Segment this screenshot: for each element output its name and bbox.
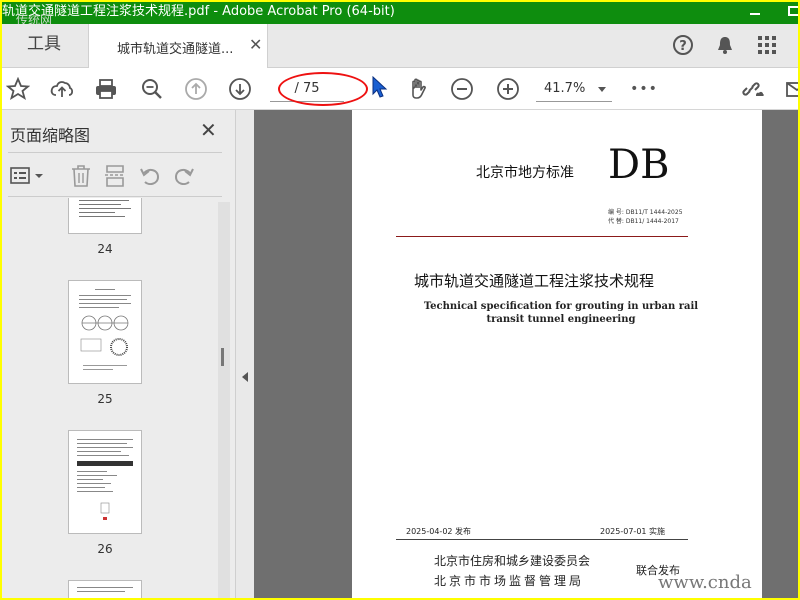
divider	[8, 196, 222, 197]
red-highlight-oval	[278, 72, 368, 106]
bell-icon[interactable]	[714, 34, 736, 60]
thumbnail-page[interactable]	[68, 280, 142, 384]
rotate-left-icon[interactable]	[138, 165, 162, 193]
thumbnail-options-icon[interactable]	[10, 166, 44, 190]
print-icon[interactable]	[92, 75, 120, 103]
thumbnail-list: 24 25 26	[2, 198, 224, 598]
thumbnail-page-number: 24	[97, 242, 113, 256]
panel-title: 页面缩略图	[10, 126, 91, 145]
thumbnail-page[interactable]	[68, 198, 142, 234]
zoom-in-icon[interactable]	[494, 75, 522, 103]
cloud-upload-icon[interactable]	[48, 75, 76, 103]
pdf-page: 北京市地方标准 DB 编 号: DB11/T 1444-2025 代 替: DB…	[352, 110, 762, 598]
main-toolbar: / 75 41.7% •••	[2, 68, 798, 110]
title-en-line1: Technical specification for grouting in …	[423, 301, 699, 312]
app-window: 轨道交通隧道工程注浆技术规程.pdf - Adobe Acrobat Pro (…	[2, 2, 798, 598]
email-icon[interactable]	[782, 75, 798, 103]
delete-page-icon[interactable]	[70, 164, 92, 192]
implementation-date: 2025-07-01 实施	[600, 527, 666, 536]
issuing-org-2: 北京市市场监督管理局	[434, 574, 585, 588]
next-page-icon[interactable]	[226, 75, 254, 103]
document-title-en: Technical specification for grouting in …	[392, 300, 730, 326]
divider	[8, 152, 222, 153]
document-viewport-right	[762, 110, 798, 598]
thumbnail-page-number: 26	[97, 542, 113, 556]
document-title-cn: 城市轨道交通隧道工程注浆技术规程	[414, 272, 655, 290]
help-icon[interactable]: ?	[672, 34, 694, 60]
document-tab-label: 城市轨道交通隧道...	[117, 42, 234, 57]
site-watermark: www.cnda	[658, 572, 752, 593]
zoom-level-select[interactable]: 41.7%	[536, 76, 612, 102]
thumbnail-page[interactable]	[68, 580, 142, 598]
mouse-cursor-icon	[372, 75, 388, 104]
thumbnail-tools	[2, 158, 228, 196]
minimize-button[interactable]	[748, 4, 762, 18]
page-thumbnails-panel: 页面缩略图 ✕ 24 25 26	[2, 110, 236, 598]
more-tools-icon[interactable]: •••	[630, 75, 658, 103]
standard-label: 北京市地方标准	[476, 165, 574, 181]
previous-page-icon[interactable]	[182, 75, 210, 103]
thumbnail-page-number: 25	[97, 392, 113, 406]
close-panel-icon[interactable]: ✕	[200, 118, 217, 142]
issuing-org-1: 北京市住房和城乡建设委员会	[434, 554, 591, 568]
standard-codes: 编 号: DB11/T 1444-2025 代 替: DB11/ 1444-20…	[608, 208, 683, 226]
zoom-out-icon[interactable]	[448, 75, 476, 103]
rotate-right-icon[interactable]	[172, 165, 196, 193]
close-tab-icon[interactable]: ✕	[249, 35, 262, 54]
thumbnail-page[interactable]	[68, 430, 142, 534]
share-link-icon[interactable]	[738, 75, 766, 103]
issue-date: 2025-04-02 发布	[406, 527, 472, 536]
db-mark: DB	[608, 142, 670, 188]
extract-page-icon[interactable]	[104, 164, 126, 192]
zoom-level-value: 41.7%	[544, 81, 586, 96]
apps-grid-icon[interactable]	[756, 34, 778, 60]
chevron-down-icon	[598, 87, 606, 92]
code-number: 编 号: DB11/T 1444-2025	[608, 209, 683, 216]
collapse-panel-icon[interactable]	[242, 372, 248, 382]
svg-text:?: ?	[679, 39, 687, 54]
hand-tool-icon[interactable]	[404, 75, 432, 103]
header-rule	[396, 236, 688, 237]
tools-tab[interactable]: 工具	[2, 24, 86, 68]
title-en-line2: transit tunnel engineering	[486, 314, 636, 325]
code-replaces: 代 替: DB11/ 1444-2017	[608, 218, 679, 225]
tab-row: 工具 城市轨道交通隧道... ✕ ?	[2, 24, 798, 69]
bookmark-star-icon[interactable]	[4, 75, 32, 103]
restore-button[interactable]	[788, 4, 798, 18]
document-tab[interactable]: 城市轨道交通隧道... ✕	[88, 24, 268, 69]
footer-rule	[396, 539, 688, 540]
zoom-search-icon[interactable]	[138, 75, 166, 103]
window-title: 轨道交通隧道工程注浆技术规程.pdf - Adobe Acrobat Pro (…	[2, 4, 395, 19]
title-bar: 轨道交通隧道工程注浆技术规程.pdf - Adobe Acrobat Pro (…	[2, 2, 798, 27]
